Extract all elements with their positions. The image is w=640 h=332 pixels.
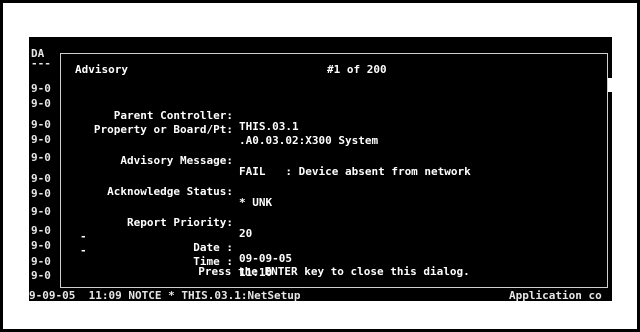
- bg-row-prefix: 9-0: [31, 97, 51, 110]
- bg-row-prefix: 9-0: [31, 151, 51, 164]
- bg-separator: ---: [31, 57, 51, 70]
- bg-row-prefix: 9-0: [31, 82, 51, 95]
- time-dash: -: [80, 244, 87, 257]
- bg-row-prefix: 9-0: [31, 133, 51, 146]
- bg-row-prefix: 9-0: [31, 205, 51, 218]
- bg-row-prefix: 9-0: [31, 172, 51, 185]
- terminal-window: DA --- 9-0 9-0 9-0 9-0 9-0 9-0 9-0 9-0 9…: [29, 37, 612, 301]
- bg-row-prefix: 9-0: [31, 187, 51, 200]
- dialog-title: Advisory: [75, 63, 128, 76]
- acknowledge-status-label: Acknowledge Status:: [107, 185, 233, 198]
- bg-row-prefix: 9-0: [31, 269, 51, 282]
- property-label: Property or Board/Pt:: [93, 123, 233, 136]
- bg-row-prefix: 9-0: [31, 118, 51, 131]
- advisory-dialog[interactable]: Advisory #1 of 200 Parent Controller: TH…: [60, 53, 608, 288]
- time-row: - Time : 11:10: [61, 234, 607, 289]
- bg-row-prefix: 9-0: [31, 224, 51, 237]
- bg-row-prefix: 9-0: [31, 255, 51, 268]
- advisory-message-label: Advisory Message:: [120, 154, 233, 167]
- dialog-footer-instruction: Press the ENTER key to close this dialog…: [198, 265, 470, 278]
- advisory-count: #1 of 200: [327, 63, 387, 76]
- bg-bottom-line: 9-09-05 11:09 NOTCE * THIS.03.1:NetSetup: [29, 289, 301, 301]
- bg-bottom-line-right: Application co: [509, 289, 602, 301]
- bg-row-prefix: 9-0: [31, 239, 51, 252]
